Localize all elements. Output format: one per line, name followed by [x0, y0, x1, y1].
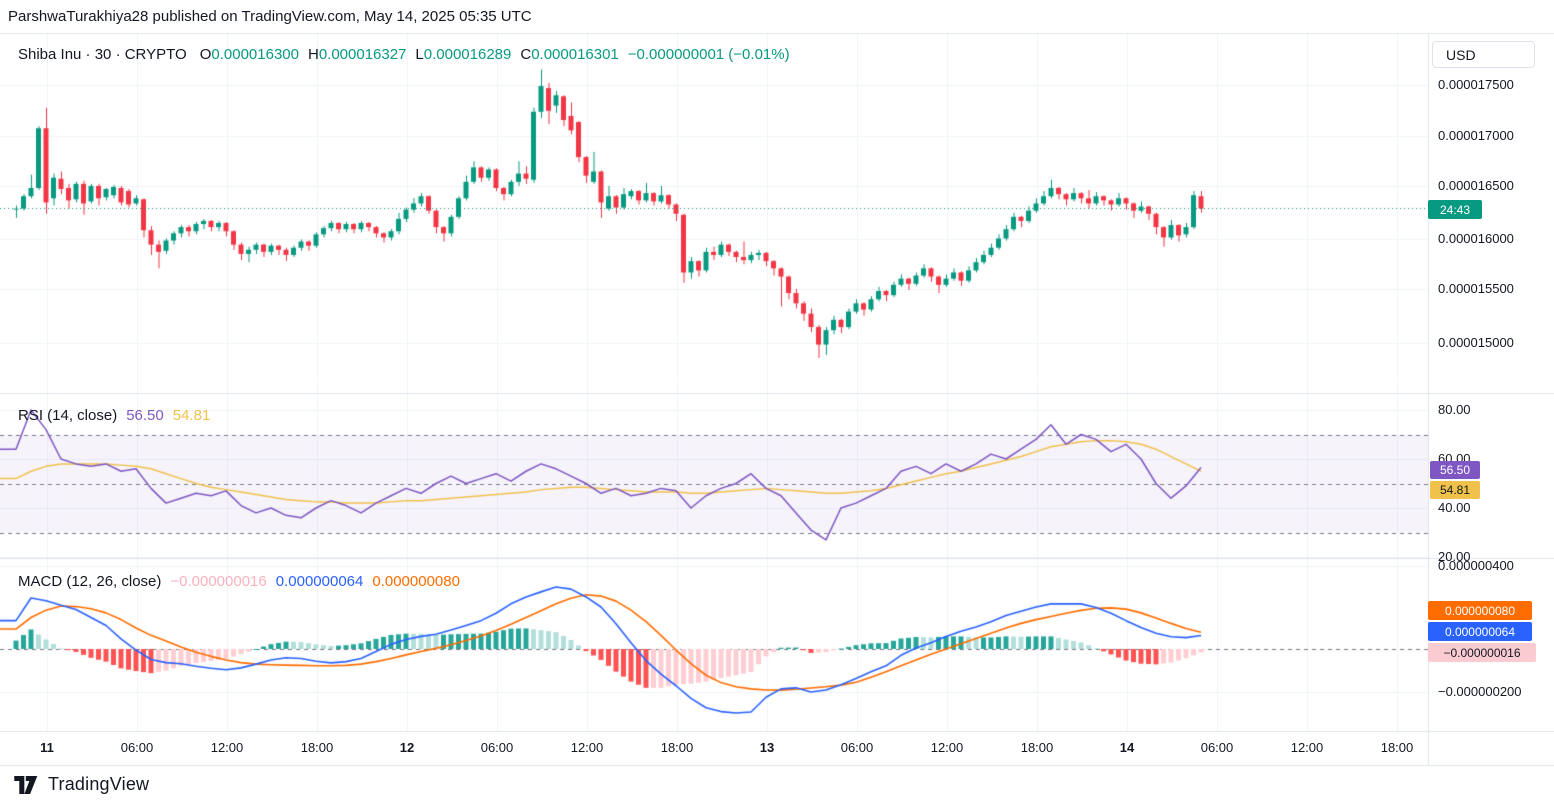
- ohlc-low: L 0.000016289: [415, 46, 511, 63]
- macd-axis-label: 0.000000400: [1438, 558, 1514, 573]
- time-axis-label: 11: [15, 740, 79, 755]
- price-axis-label: 0.000016500: [1438, 178, 1514, 193]
- price-change: −0.000000001 (−0.01%): [628, 46, 790, 63]
- rsi-ma-value: 54.81: [173, 407, 211, 424]
- tradingview-logo-link[interactable]: TradingView: [14, 774, 149, 795]
- price-axis-label: 0.000015000: [1438, 335, 1514, 350]
- symbol-title: Shiba Inu · 30 · CRYPTO: [18, 46, 187, 63]
- rsi-legend: RSI (14, close) 56.50 54.81: [18, 407, 210, 424]
- macd-title: MACD (12, 26, close): [18, 573, 161, 590]
- tradingview-icon: [14, 776, 39, 794]
- price-axis-label: 0.000015500: [1438, 281, 1514, 296]
- rsi-ma-badge: 54.81: [1430, 481, 1480, 499]
- price-axis-label: 0.000016000: [1438, 231, 1514, 246]
- countdown-badge: 24:43: [1428, 200, 1482, 219]
- ohlc-high: H 0.000016327: [308, 46, 406, 63]
- time-axis-label: 06:00: [105, 740, 169, 755]
- time-axis-label: 18:00: [285, 740, 349, 755]
- macd-hist-badge: −0.000000016: [1428, 643, 1536, 662]
- time-axis-label: 18:00: [1365, 740, 1429, 755]
- time-axis-label: 12:00: [195, 740, 259, 755]
- macd-signal-badge: 0.000000080: [1428, 601, 1532, 620]
- time-axis-label: 06:00: [1185, 740, 1249, 755]
- time-axis-label: 13: [735, 740, 799, 755]
- time-axis-label: 14: [1095, 740, 1159, 755]
- price-axis-label: 0.000017500: [1438, 77, 1514, 92]
- macd-hist-value: −0.000000016: [170, 573, 266, 590]
- ohlc-open: O 0.000016300: [200, 46, 299, 63]
- macd-legend: MACD (12, 26, close) −0.000000016 0.0000…: [18, 573, 460, 590]
- time-axis-label: 06:00: [465, 740, 529, 755]
- macd-signal-value: 0.000000080: [372, 573, 460, 590]
- macd-line-badge: 0.000000064: [1428, 622, 1532, 641]
- time-axis-label: 12:00: [915, 740, 979, 755]
- rsi-axis-label: 40.00: [1438, 500, 1471, 515]
- price-axis-label: 0.000017000: [1438, 128, 1514, 143]
- rsi-value: 56.50: [126, 407, 164, 424]
- chart-canvas[interactable]: [0, 0, 1554, 770]
- tradingview-brand: TradingView: [48, 774, 149, 795]
- symbol-legend: Shiba Inu · 30 · CRYPTO O 0.000016300 H …: [18, 46, 790, 63]
- time-axis-label: 06:00: [825, 740, 889, 755]
- rsi-axis-label: 80.00: [1438, 402, 1471, 417]
- time-axis-label: 18:00: [645, 740, 709, 755]
- macd-axis-label: −0.000000200: [1438, 684, 1522, 699]
- macd-line-value: 0.000000064: [276, 573, 364, 590]
- rsi-value-badge: 56.50: [1430, 461, 1480, 479]
- published-header: ParshwaTurakhiya28 published on TradingV…: [8, 8, 532, 25]
- ohlc-close: C 0.000016301: [520, 46, 618, 63]
- time-axis-label: 12:00: [1275, 740, 1339, 755]
- time-axis-label: 12:00: [555, 740, 619, 755]
- rsi-title: RSI (14, close): [18, 407, 117, 424]
- time-axis-label: 18:00: [1005, 740, 1069, 755]
- currency-unit-button[interactable]: USD: [1432, 41, 1535, 68]
- time-axis-label: 12: [375, 740, 439, 755]
